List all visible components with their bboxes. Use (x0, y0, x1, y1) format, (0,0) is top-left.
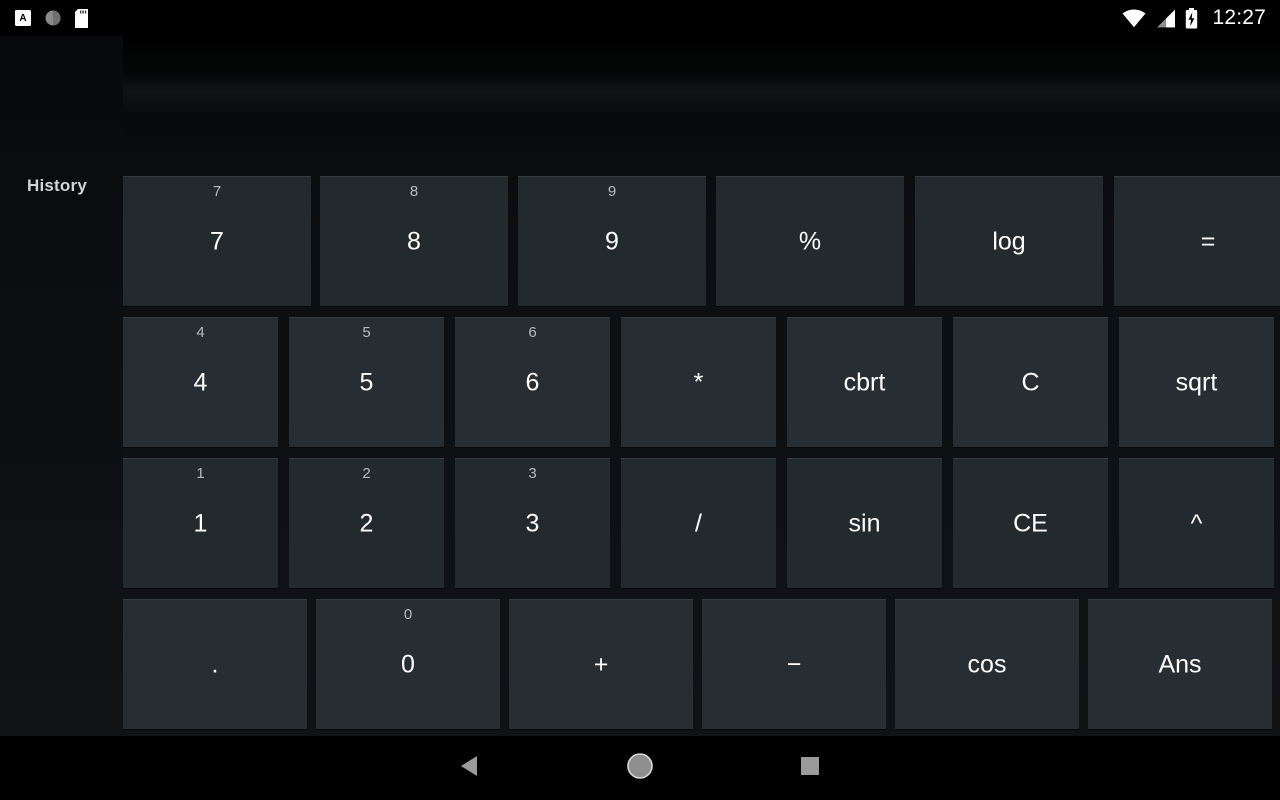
key-multiply-label: * (693, 368, 704, 396)
key-8[interactable]: 88 (320, 176, 508, 306)
key-percent-label: % (798, 227, 822, 255)
key-cbrt[interactable]: cbrt (787, 317, 942, 447)
key-6-hint: 6 (528, 324, 537, 341)
key-equals[interactable]: = (1114, 176, 1280, 306)
key-8-label: 8 (407, 227, 421, 255)
key-5-label: 5 (359, 368, 374, 396)
key-divide-label: / (695, 509, 702, 537)
status-bar-clock: 12:27 (1212, 6, 1266, 29)
key-decimal-label: . (211, 650, 219, 678)
keypad-row-2: 4 4 5 5 6 6 * cbrt Csqrt (0, 317, 1280, 447)
status-bar: A 12:27 (0, 0, 1280, 36)
key-4[interactable]: 44 (123, 317, 278, 447)
key-3-label: 3 (525, 509, 540, 537)
key-clear-entry[interactable]: CE (953, 458, 1108, 588)
key-1-label: 1 (193, 509, 208, 537)
battery-charging-icon (1185, 7, 1198, 29)
key-plus-label: + (593, 650, 609, 678)
key-power-label: ^ (1190, 509, 1203, 537)
key-cbrt-label: cbrt (843, 368, 886, 396)
key-0[interactable]: 00 (316, 599, 500, 729)
key-7-label: 7 (210, 227, 224, 255)
key-clear-label: C (1021, 368, 1040, 396)
key-7-hint: 7 (212, 183, 222, 200)
home-circle-icon (626, 752, 654, 785)
key-equals-label: = (1200, 227, 1216, 255)
key-0-label: 0 (401, 650, 415, 678)
key-plus[interactable]: + (509, 599, 693, 729)
sd-card-icon (74, 8, 91, 28)
notification-circle-icon (44, 9, 62, 27)
key-percent[interactable]: % (716, 176, 904, 306)
keypad-row-3: 1 1 2 2 3 3/sin CE ^ (0, 458, 1280, 588)
status-bar-system-icons: 12:27 (1122, 6, 1266, 30)
key-decimal[interactable]: . (123, 599, 307, 729)
key-9[interactable]: 99 (518, 176, 706, 306)
key-5[interactable]: 55 (289, 317, 444, 447)
svg-text:A: A (19, 13, 26, 24)
key-sqrt[interactable]: sqrt (1119, 317, 1274, 447)
key-cos[interactable]: cos (895, 599, 1079, 729)
key-minus[interactable]: − (702, 599, 886, 729)
wifi-icon (1122, 9, 1146, 28)
key-0-hint: 0 (403, 606, 413, 623)
key-1[interactable]: 11 (123, 458, 278, 588)
back-triangle-icon (459, 754, 481, 783)
key-4-label: 4 (193, 368, 208, 396)
key-sqrt-label: sqrt (1175, 368, 1218, 396)
nav-recents-button[interactable] (770, 736, 850, 800)
key-power[interactable]: ^ (1119, 458, 1274, 588)
key-3[interactable]: 33 (455, 458, 610, 588)
key-6-label: 6 (525, 368, 540, 396)
key-answer-label: Ans (1158, 650, 1202, 678)
key-log-label: log (992, 227, 1026, 255)
key-divide[interactable]: / (621, 458, 776, 588)
status-bar-notifications: A (14, 8, 91, 28)
key-4-hint: 4 (196, 324, 205, 341)
key-2-hint: 2 (362, 465, 371, 482)
key-answer[interactable]: Ans (1088, 599, 1272, 729)
key-cos-label: cos (967, 650, 1007, 678)
key-6[interactable]: 66 (455, 317, 610, 447)
key-9-hint: 9 (607, 183, 617, 200)
notification-app-icon: A (14, 9, 32, 27)
nav-back-button[interactable] (430, 736, 510, 800)
android-navigation-bar (0, 736, 1280, 800)
key-minus-label: − (786, 650, 802, 678)
keypad-row-4: . 0 0 + − cos Ans (0, 599, 1280, 729)
device-screen: A 12:27 History 7 7 8 8 9 9 % log = 4 4 … (0, 0, 1280, 800)
key-sin[interactable]: sin (787, 458, 942, 588)
key-clear[interactable]: C (953, 317, 1108, 447)
cell-signal-icon (1155, 9, 1176, 28)
nav-home-button[interactable] (600, 736, 680, 800)
key-log[interactable]: log (915, 176, 1103, 306)
key-5-hint: 5 (362, 324, 371, 341)
key-clear-entry-label: CE (1013, 509, 1048, 537)
key-8-hint: 8 (409, 183, 419, 200)
key-2[interactable]: 22 (289, 458, 444, 588)
key-1-hint: 1 (196, 465, 205, 482)
recents-square-icon (799, 755, 821, 782)
key-sin-label: sin (848, 509, 881, 537)
calculator-keypad: 7 7 8 8 9 9% log = 4 4 5 5 6 6 * cbrt Csqrt 1 1 2 2 3 3/sin CE ^… (0, 36, 1280, 736)
key-2-label: 2 (359, 509, 374, 537)
keypad-row-1: 7 7 8 8 9 9% log = (0, 176, 1280, 306)
key-3-hint: 3 (528, 465, 537, 482)
key-9-label: 9 (605, 227, 619, 255)
key-multiply[interactable]: * (621, 317, 776, 447)
calculator-app: History 7 7 8 8 9 9% log = 4 4 5 5 6 6 * cbrt Csqrt 1 1 2 2 3… (0, 36, 1280, 736)
key-7[interactable]: 77 (123, 176, 311, 306)
